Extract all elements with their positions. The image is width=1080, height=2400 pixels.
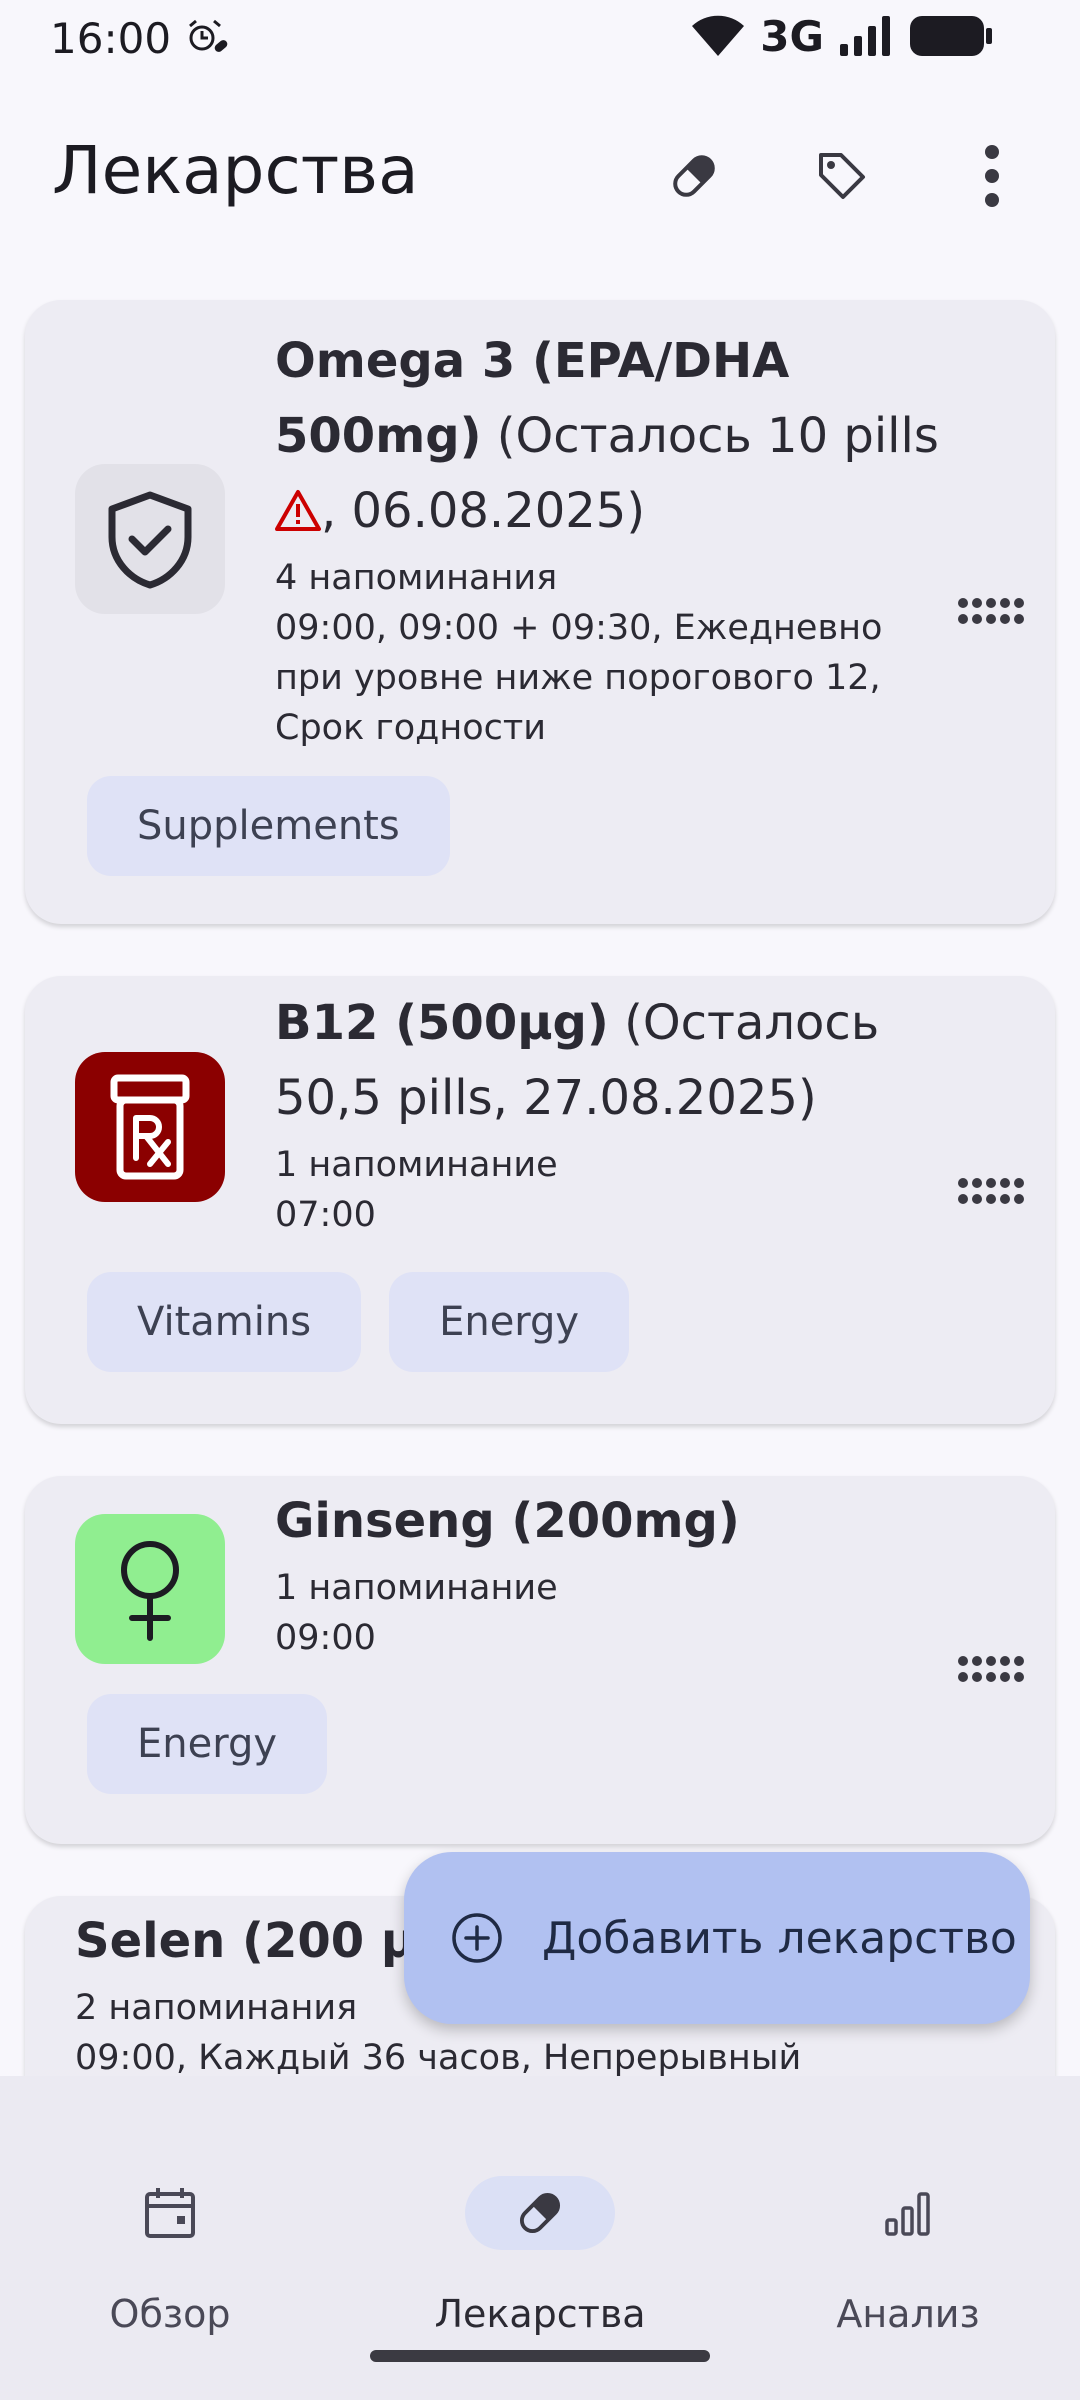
schedule-line: при уровне ниже порогового 12,: [275, 658, 881, 698]
drag-handle-icon[interactable]: [957, 1176, 1025, 1206]
medicine-card-ginseng[interactable]: Ginseng (200mg) 1 напоминание 09:00 Ener…: [25, 1476, 1055, 1844]
medicine-name: Selen (200 µg: [75, 1913, 451, 1969]
wifi-icon: [692, 15, 745, 56]
home-indicator[interactable]: [370, 2350, 710, 2362]
medicine-list[interactable]: Omega 3 (EPA/DHA 500mg) (Осталось 10 pil…: [0, 296, 1080, 2076]
schedule-line: 09:00, Каждый 36 часов, Непрерывный: [75, 2038, 802, 2076]
nav-label: Обзор: [109, 2292, 231, 2336]
battery-icon: [910, 16, 992, 56]
page-title: Лекарства: [52, 132, 419, 209]
schedule-line: 07:00: [275, 1195, 376, 1235]
status-bar: 16:00 3G: [0, 0, 1080, 72]
tag-chip[interactable]: Energy: [87, 1694, 328, 1794]
nav-pill: [833, 2176, 983, 2250]
add-circle-icon: [452, 1913, 502, 1963]
tag-chip[interactable]: Supplements: [87, 776, 450, 876]
shield-check-icon: [75, 464, 225, 614]
network-type: 3G: [760, 11, 824, 61]
schedule-line: Срок годности: [275, 708, 547, 748]
drag-handle-icon[interactable]: [957, 1654, 1025, 1684]
add-medicine-label: Добавить лекарство: [542, 1912, 1017, 1964]
pill-icon[interactable]: [654, 136, 734, 216]
schedule-line: 09:00, 09:00 + 09:30, Ежедневно: [275, 608, 883, 648]
drag-handle-icon[interactable]: [957, 596, 1025, 626]
medicine-title: Omega 3 (EPA/DHA 500mg) (Осталось 10 pil…: [275, 324, 955, 549]
warning-icon: [275, 490, 321, 531]
nav-item-medicines[interactable]: Лекарства: [390, 2126, 690, 2336]
status-time: 16:00: [50, 14, 172, 63]
medicine-card-b12[interactable]: B12 (500µg) (Осталось 50,5 pills, 27.08.…: [25, 976, 1055, 1424]
calendar-icon: [145, 2188, 195, 2238]
reminder-count: 1 напоминание: [275, 1568, 558, 1608]
nav-label: Анализ: [836, 2292, 980, 2336]
nav-item-analysis[interactable]: Анализ: [758, 2126, 1058, 2336]
tag-list: Supplements: [87, 776, 450, 876]
signal-icon: [840, 16, 890, 56]
tag-list: Vitamins Energy: [87, 1272, 630, 1372]
tag-chip[interactable]: Vitamins: [87, 1272, 362, 1372]
nav-label: Лекарства: [434, 2292, 646, 2336]
medicine-title: B12 (500µg) (Осталось 50,5 pills, 27.08.…: [275, 986, 925, 1136]
medicine-card-omega3[interactable]: Omega 3 (EPA/DHA 500mg) (Осталось 10 pil…: [25, 300, 1055, 924]
tag-list: Energy: [87, 1694, 328, 1794]
nav-pill-active: [465, 2176, 615, 2250]
alarm-icon: [189, 19, 228, 52]
rx-bottle-icon: [75, 1052, 225, 1202]
medicine-stock-date: , 06.08.2025): [321, 483, 646, 539]
female-symbol-icon: [75, 1514, 225, 1664]
tag-chip[interactable]: Energy: [389, 1272, 630, 1372]
nav-pill: [95, 2176, 245, 2250]
schedule-line: 09:00: [275, 1618, 376, 1658]
medicine-name: Ginseng (200mg): [275, 1493, 740, 1549]
add-medicine-button[interactable]: Добавить лекарство: [404, 1852, 1030, 2024]
pill-icon: [519, 2192, 561, 2234]
reminder-count: 1 напоминание: [275, 1145, 558, 1185]
medicine-name: B12 (500µg): [275, 995, 609, 1051]
bar-chart-icon: [885, 2192, 930, 2236]
nav-item-overview[interactable]: Обзор: [20, 2126, 320, 2336]
more-vert-icon[interactable]: [952, 136, 1032, 216]
tag-icon[interactable]: [802, 136, 882, 216]
reminder-count: 4 напоминания: [275, 558, 558, 598]
medicine-title: Ginseng (200mg): [275, 1484, 925, 1559]
medicine-stock: (Осталось 10 pills: [481, 408, 939, 464]
